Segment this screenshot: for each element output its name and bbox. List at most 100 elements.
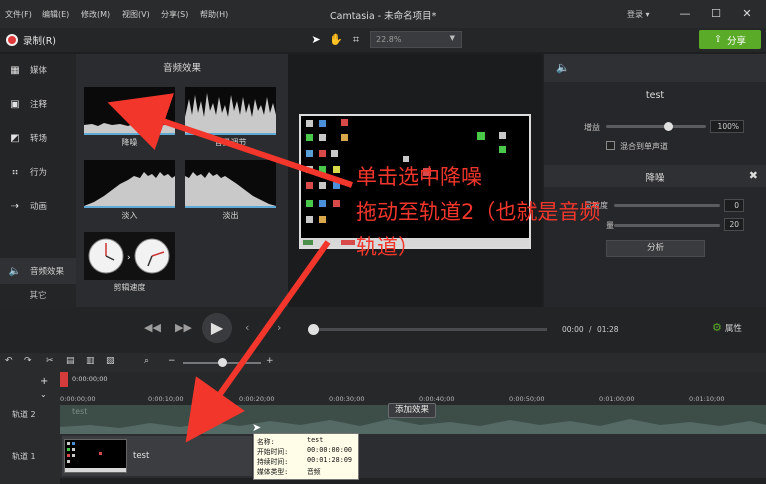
timeline: + ⌄ 0:00:00;00 0:00:10;00 0:00:20;00 0:0… <box>0 372 766 484</box>
zoom-in-icon[interactable]: + <box>266 356 274 366</box>
cut-icon[interactable]: ✂ <box>46 356 54 366</box>
desktop-thumbnail-icon <box>65 442 126 472</box>
sidebar-item-annotations[interactable]: ▣ 注释 <box>0 91 76 117</box>
menu-modify[interactable]: 修改(M) <box>81 9 110 20</box>
chevron-down-icon: ▼ <box>449 34 455 42</box>
step-back-icon[interactable]: ◀◀ <box>144 321 161 334</box>
sidebar-item-animations[interactable]: ⇢ 动画 <box>0 193 76 219</box>
effect-thumbnail <box>185 87 276 135</box>
ruler-label: 0:01:10;00 <box>689 395 725 403</box>
ruler-label: 0:00:40;00 <box>419 395 455 403</box>
menu-file[interactable]: 文件(F) <box>5 9 32 20</box>
clip-tooltip: 名称: test 开始时间: 00:00:00:00 持续时间: 00:01:28:0… <box>253 433 359 480</box>
next-icon[interactable]: › <box>277 321 281 334</box>
sidebar-item-label: 媒体 <box>30 66 48 76</box>
sidebar-item-media[interactable]: ▦ 媒体 <box>0 57 76 83</box>
zoom-out-icon[interactable]: − <box>168 356 176 366</box>
share-button[interactable]: ⇪ 分享 <box>699 30 761 49</box>
tooltip-row: 持续时间: 00:01:28:09 <box>257 456 355 466</box>
maximize-button[interactable]: ☐ <box>708 6 724 22</box>
effect-thumbnail <box>185 160 276 208</box>
gain-slider-knob[interactable] <box>664 122 673 131</box>
play-button[interactable]: ▶ <box>202 313 232 343</box>
gain-slider-track[interactable] <box>606 125 706 128</box>
redo-icon[interactable]: ↷ <box>24 356 32 366</box>
tooltip-key: 开始时间: <box>257 448 289 456</box>
sidebar-item-behaviors[interactable]: ⠶ 行为 <box>0 159 76 185</box>
time-ruler[interactable]: 0:00:00;00 0:00:10;00 0:00:20;00 0:00:30… <box>60 372 766 405</box>
track-2-ghost-clip: test <box>72 407 88 416</box>
transition-icon: ◩ <box>10 132 20 144</box>
effect-noise-removal[interactable]: 降噪 <box>84 87 175 148</box>
timeline-zoom-knob[interactable] <box>218 358 227 367</box>
record-button[interactable]: 录制(R) <box>6 32 56 48</box>
waveform-icon <box>84 172 175 208</box>
properties-button[interactable]: ⚙ 属性 <box>712 321 742 334</box>
gain-label: 增益 <box>584 123 600 132</box>
behavior-icon: ⠶ <box>11 166 19 178</box>
effect-thumbnail <box>84 160 175 208</box>
toolbar: 录制(R) ➤ ✋ ⌗ 22.8% ▼ ⇪ 分享 <box>0 28 766 52</box>
pointer-tool-icon[interactable]: ➤ <box>308 32 324 48</box>
seek-track[interactable] <box>313 328 547 331</box>
effect-fade-out[interactable]: 淡出 <box>185 160 276 221</box>
tooltip-key: 媒体类型: <box>257 468 289 476</box>
effect-fade-in[interactable]: 淡入 <box>84 160 175 221</box>
prev-icon[interactable]: ‹ <box>245 321 249 334</box>
record-label: 录制(R) <box>23 36 57 47</box>
track-header: + ⌄ <box>0 372 60 484</box>
time-separator: / <box>589 325 592 334</box>
paste-icon[interactable]: ▥ <box>86 356 95 366</box>
step-forward-icon[interactable]: ▶▶ <box>175 321 192 334</box>
ruler-label: 0:00:50;00 <box>509 395 545 403</box>
zoom-value: 22.8% <box>376 35 402 44</box>
tooltip-value: test <box>307 436 324 444</box>
mono-checkbox[interactable] <box>606 141 615 150</box>
track-1-clip[interactable]: test <box>62 436 252 476</box>
ruler-label: 0:00:30;00 <box>329 395 365 403</box>
login-button[interactable]: 登录 ▾ <box>627 9 650 20</box>
copy-icon[interactable]: ▤ <box>66 356 75 366</box>
pan-hand-icon[interactable]: ✋ <box>328 32 344 48</box>
mouse-cursor-icon: ➤ <box>252 421 262 434</box>
effect-clip-speed[interactable]: › 剪辑速度 <box>84 232 175 293</box>
menu-help[interactable]: 帮助(H) <box>200 9 228 20</box>
add-track-icon[interactable]: + <box>40 376 48 387</box>
sidebar-item-audio-effects[interactable]: 🔈 音频效果 <box>0 258 76 284</box>
tooltip-key: 名称: <box>257 438 275 446</box>
sidebar-item-label: 转场 <box>30 134 48 144</box>
speaker-icon[interactable]: 🔈 <box>556 61 570 74</box>
close-button[interactable]: ✕ <box>739 6 755 22</box>
share-icon: ⇪ <box>714 34 722 45</box>
annotation-text: 单击选中降噪 拖动至轨道2（也就是音频 轨道） <box>356 160 756 265</box>
sidebar-item-transitions[interactable]: ◩ 转场 <box>0 125 76 151</box>
gear-icon: ⚙ <box>712 321 722 334</box>
split-icon[interactable]: ▧ <box>106 356 115 366</box>
playhead[interactable] <box>60 372 68 387</box>
effect-label: 淡入 <box>121 211 138 220</box>
seek-knob[interactable] <box>308 324 319 335</box>
clip-thumbnail <box>64 439 127 473</box>
sidebar-item-label: 行为 <box>30 168 48 178</box>
sidebar-item-label: 音频效果 <box>30 267 65 277</box>
zoom-select[interactable]: 22.8% ▼ <box>370 31 462 48</box>
properties-title: test <box>645 90 665 101</box>
annotation-line: 单击选中降噪 <box>356 165 482 189</box>
annotation-icon: ▣ <box>10 98 20 110</box>
mono-label: 混合到单声道 <box>620 142 668 151</box>
sidebar-more[interactable]: 其它 <box>0 289 76 301</box>
menu-edit[interactable]: 编辑(E) <box>42 9 69 20</box>
menu-share[interactable]: 分享(S) <box>161 9 188 20</box>
undo-icon[interactable]: ↶ <box>5 356 13 366</box>
gain-value-field[interactable]: 100% <box>710 120 744 133</box>
collapse-icon[interactable]: ⌄ <box>40 390 47 399</box>
search-icon[interactable]: ⌕ <box>144 356 149 366</box>
minimize-button[interactable]: — <box>677 6 693 22</box>
menu-view[interactable]: 视图(V) <box>122 9 150 20</box>
effect-volume-leveling[interactable]: 音量调节 <box>185 87 276 148</box>
effect-label: 音量调节 <box>214 138 247 147</box>
menu-bar: 文件(F) 编辑(E) 修改(M) 视图(V) 分享(S) 帮助(H) Camt… <box>0 0 766 28</box>
crop-icon[interactable]: ⌗ <box>348 32 364 48</box>
properties-label: 属性 <box>724 323 742 334</box>
effect-label: 剪辑速度 <box>113 283 146 292</box>
